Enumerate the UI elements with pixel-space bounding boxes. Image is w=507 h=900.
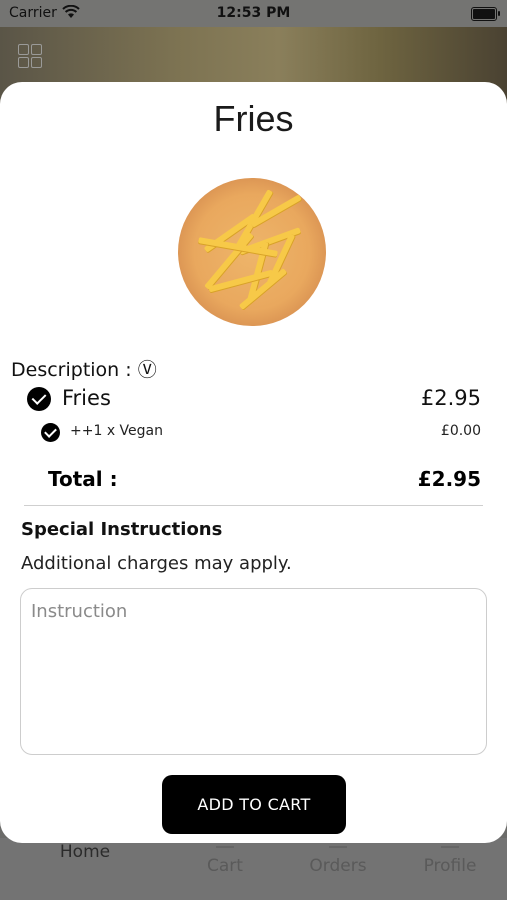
grid-menu-icon [18,44,44,70]
tab-orders-label: Orders [309,856,367,876]
special-instructions-title: Special Instructions [21,519,223,540]
cart-icon [216,846,234,854]
add-to-cart-button[interactable]: ADD TO CART [162,775,346,834]
item-detail-modal: Fries Description : Ⓥ Fries £2.95 ++1 x … [0,82,507,843]
food-image [178,178,326,326]
description-label: Description : Ⓥ [11,359,157,381]
tab-cart-label: Cart [207,856,243,876]
orders-icon [329,846,347,854]
profile-icon [441,846,459,854]
item-price: £2.95 [420,386,481,410]
total-value: £2.95 [417,467,481,491]
item-checkmark-icon [27,387,51,411]
divider [24,505,483,506]
tab-profile-label: Profile [423,856,477,876]
option-checkmark-icon [41,423,60,442]
status-bar: Carrier 12:53 PM [0,0,507,27]
tab-home-label: Home [59,842,111,862]
clock: 12:53 PM [216,5,291,21]
instruction-input[interactable] [20,588,487,755]
total-label: Total : [48,467,118,491]
item-name: Fries [62,386,111,410]
battery-icon [471,7,500,21]
tab-cart: Cart [170,846,280,876]
tab-home: Home [30,842,140,862]
option-name: ++1 x Vegan [70,423,163,439]
tab-bar: Home Cart Orders Profile [0,838,507,900]
tab-profile: Profile [395,846,505,876]
tab-orders: Orders [283,846,393,876]
item-title: Fries [213,98,294,139]
option-price: £0.00 [440,423,481,439]
special-instructions-note: Additional charges may apply. [21,553,292,574]
